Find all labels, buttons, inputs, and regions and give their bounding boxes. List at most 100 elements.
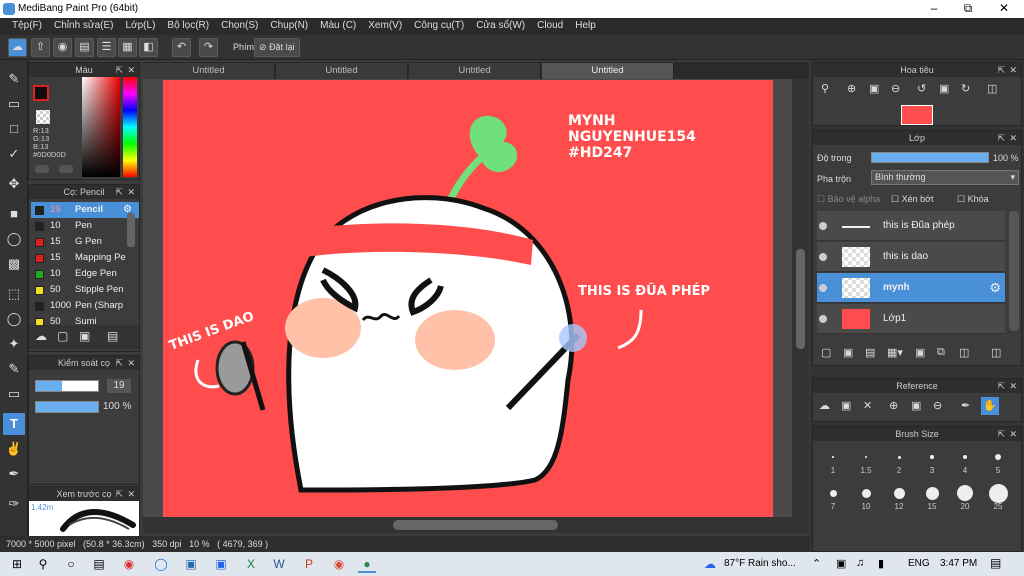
list-icon[interactable]: ☰ bbox=[97, 38, 116, 57]
menu-color[interactable]: Màu (C) bbox=[314, 18, 362, 35]
excel-icon[interactable]: X bbox=[242, 555, 260, 573]
language-indicator[interactable]: ENG bbox=[908, 558, 930, 569]
close-icon[interactable]: ✕ bbox=[127, 356, 135, 370]
battery-icon[interactable]: ▮ bbox=[878, 557, 884, 570]
fit-screen-icon[interactable]: ▣ bbox=[911, 399, 921, 412]
color-mode-toggle[interactable] bbox=[35, 165, 49, 173]
popout-icon[interactable]: ⇱ bbox=[115, 63, 123, 77]
layer-opacity-slider[interactable] bbox=[871, 152, 989, 163]
redo-icon[interactable]: ↷ bbox=[199, 38, 218, 57]
select-eraser-tool-icon[interactable]: ▭ bbox=[3, 383, 25, 405]
minimize-button[interactable]: – bbox=[917, 0, 951, 18]
brush-item[interactable]: 15 Mapping Pe bbox=[31, 250, 139, 266]
brush-size-option[interactable]: 4 bbox=[949, 444, 981, 476]
eye-icon[interactable] bbox=[819, 284, 827, 292]
horizontal-scroll-thumb[interactable] bbox=[393, 520, 558, 530]
brush-size-option[interactable]: 1.5 bbox=[850, 444, 882, 476]
clock[interactable]: 3:47 PM bbox=[940, 558, 977, 569]
horizontal-scrollbar[interactable] bbox=[143, 517, 809, 533]
menu-tools[interactable]: Công cụ(T) bbox=[408, 18, 470, 35]
layer-row[interactable]: this is Đũa phép bbox=[817, 211, 1005, 241]
popout-icon[interactable]: ⇱ bbox=[115, 185, 123, 199]
vertical-scroll-thumb[interactable] bbox=[796, 249, 805, 349]
brush-item[interactable]: 10 Edge Pen bbox=[31, 266, 139, 282]
select-tool-icon[interactable]: ⬚ bbox=[3, 283, 25, 305]
app-icon-2[interactable]: ▣ bbox=[212, 555, 230, 573]
tab-untitled-2[interactable]: Untitled bbox=[276, 63, 408, 79]
brush-size-option[interactable]: 5 bbox=[982, 444, 1014, 476]
rectangle-tool-icon[interactable]: □ bbox=[3, 118, 25, 140]
duplicate-layer-icon[interactable]: ⧉ bbox=[937, 346, 945, 359]
brush-size-option[interactable]: 25 bbox=[982, 480, 1014, 512]
hand-icon[interactable]: ✋ bbox=[981, 397, 999, 415]
hue-slider[interactable] bbox=[123, 77, 137, 177]
transparent-swatch[interactable] bbox=[36, 110, 50, 124]
eyedropper-icon[interactable]: ✒ bbox=[961, 399, 970, 412]
saturation-value-picker[interactable] bbox=[82, 77, 120, 177]
zoom-in-icon[interactable]: ⊕ bbox=[889, 399, 898, 412]
clipping-checkbox[interactable]: ☐ Xén bớt bbox=[891, 194, 934, 205]
network-icon[interactable]: ▣ bbox=[836, 557, 846, 570]
brush-size-option[interactable]: 7 bbox=[817, 480, 849, 512]
search-icon[interactable]: ⚲ bbox=[34, 555, 52, 573]
powerpoint-icon[interactable]: P bbox=[300, 555, 318, 573]
close-icon[interactable]: ✕ bbox=[1009, 379, 1017, 393]
cortana-icon[interactable]: ○ bbox=[62, 555, 80, 573]
edge-icon[interactable]: ◯ bbox=[152, 555, 170, 573]
add-layer-menu-icon[interactable]: ▦▾ bbox=[887, 346, 903, 359]
lasso-tool-icon[interactable]: ◯ bbox=[3, 308, 25, 330]
dot-tool-icon[interactable]: ✓ bbox=[3, 143, 25, 165]
menu-help[interactable]: Help bbox=[569, 18, 602, 35]
menu-window[interactable]: Cửa sổ(W) bbox=[470, 18, 531, 35]
blend-mode-select[interactable]: Bình thường ▾ bbox=[871, 170, 1019, 185]
layer-row-selected[interactable]: mynh ⚙ bbox=[817, 273, 1005, 303]
chrome-icon[interactable]: ◉ bbox=[330, 555, 348, 573]
gear-icon[interactable]: ⚙ bbox=[989, 273, 1001, 303]
close-icon[interactable]: ✕ bbox=[1009, 131, 1017, 145]
brush-size-option[interactable]: 15 bbox=[916, 480, 948, 512]
tray-chevron-icon[interactable]: ⌃ bbox=[812, 557, 821, 570]
brush-options-icon[interactable]: ▣ bbox=[79, 329, 90, 343]
comment-icon[interactable]: ◉ bbox=[53, 38, 72, 57]
word-icon[interactable]: W bbox=[270, 555, 288, 573]
pen-tool-icon[interactable]: ✑ bbox=[3, 493, 25, 515]
magic-wand-tool-icon[interactable]: ✦ bbox=[3, 333, 25, 355]
reset-view-icon[interactable]: ▣ bbox=[939, 82, 949, 95]
popout-icon[interactable]: ⇱ bbox=[115, 356, 123, 370]
windows-start-icon[interactable]: ⊞ bbox=[8, 555, 26, 573]
add-brush-icon[interactable]: ☁ bbox=[35, 329, 47, 343]
close-icon[interactable]: ✕ bbox=[1009, 427, 1017, 441]
tab-untitled-4[interactable]: Untitled bbox=[542, 63, 674, 79]
brush-list-scrollbar[interactable] bbox=[127, 213, 135, 247]
brush-size-option[interactable]: 1 bbox=[817, 444, 849, 476]
weather-text[interactable]: 87°F Rain sho... bbox=[724, 558, 796, 569]
layer-scrollbar[interactable] bbox=[1009, 211, 1019, 331]
lock-checkbox[interactable]: ☐ Khóa bbox=[957, 194, 989, 205]
text-tool-icon[interactable]: T bbox=[3, 413, 25, 435]
new-layer-icon[interactable]: ▢ bbox=[821, 346, 831, 359]
volume-icon[interactable]: ♫ bbox=[856, 557, 864, 569]
reset-button[interactable]: ⊘ Đặt lại bbox=[254, 38, 300, 57]
grid-icon[interactable]: ▦ bbox=[118, 38, 137, 57]
fit-screen-icon[interactable]: ▣ bbox=[869, 82, 879, 95]
eye-icon[interactable] bbox=[819, 222, 827, 230]
menu-layer[interactable]: Lớp(L) bbox=[120, 18, 162, 35]
layer-row[interactable]: Lớp1 bbox=[817, 304, 1005, 334]
brush-size-option[interactable]: 10 bbox=[850, 480, 882, 512]
brush-item[interactable]: 15 G Pen bbox=[31, 234, 139, 250]
menu-select[interactable]: Chọn(S) bbox=[215, 18, 264, 35]
brush-size-option[interactable]: 2 bbox=[883, 444, 915, 476]
undo-icon[interactable]: ↶ bbox=[172, 38, 191, 57]
flip-icon[interactable]: ◫ bbox=[987, 82, 997, 95]
close-icon[interactable]: ✕ bbox=[127, 487, 135, 501]
eye-icon[interactable] bbox=[819, 315, 827, 323]
app-icon-1[interactable]: ◉ bbox=[120, 555, 138, 573]
tab-untitled-1[interactable]: Untitled bbox=[143, 63, 275, 79]
menu-view[interactable]: Xem(V) bbox=[362, 18, 408, 35]
menu-cloud[interactable]: Cloud bbox=[531, 18, 569, 35]
size-slider[interactable] bbox=[35, 380, 99, 392]
trash-icon[interactable]: ◫ bbox=[991, 346, 1001, 359]
cloud-icon[interactable]: ☁ bbox=[819, 399, 830, 412]
popout-icon[interactable]: ⇱ bbox=[997, 379, 1005, 393]
fill-rect-tool-icon[interactable]: ■ bbox=[3, 203, 25, 225]
